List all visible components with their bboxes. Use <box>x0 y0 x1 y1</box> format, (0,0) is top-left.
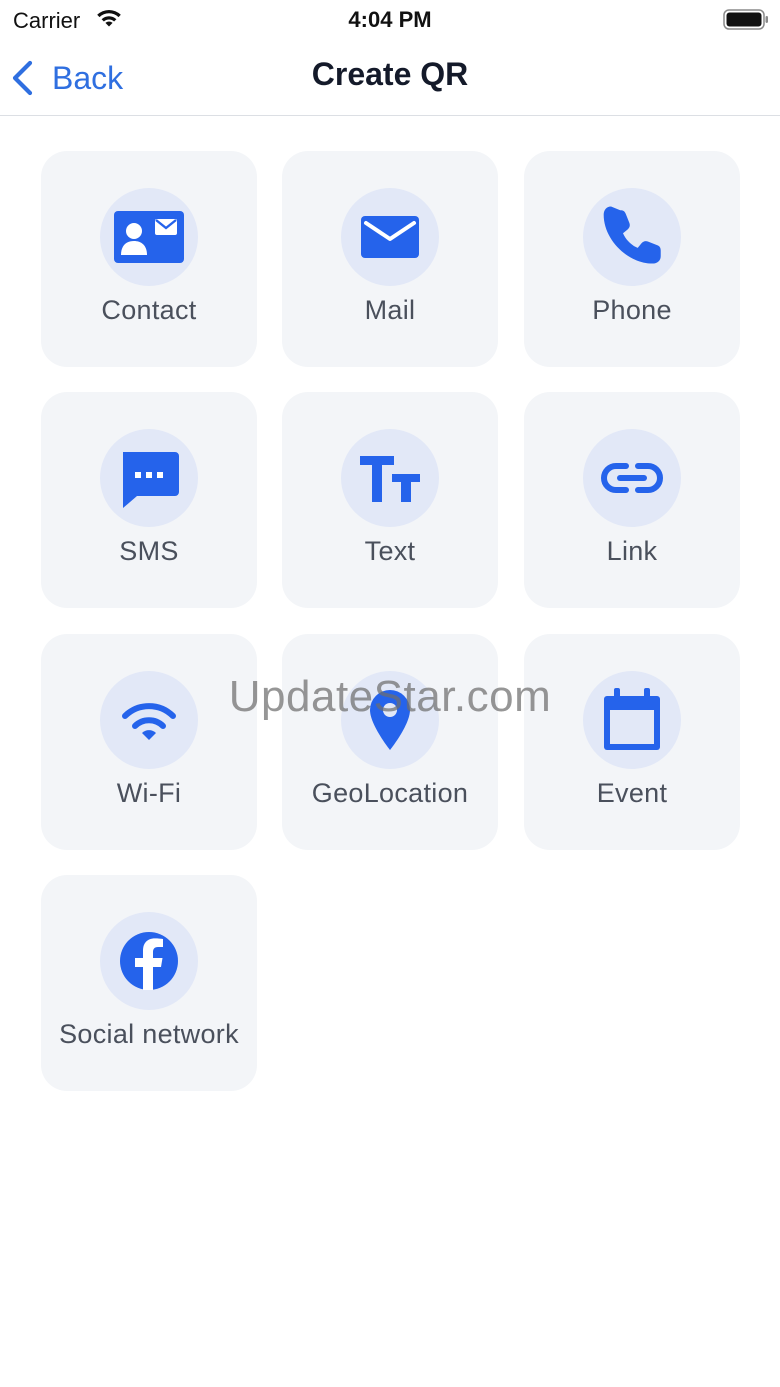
icon-circle <box>341 429 439 527</box>
tile-contact[interactable]: Contact <box>41 151 257 367</box>
text-icon <box>360 456 420 502</box>
mail-icon <box>361 216 419 258</box>
status-time: 4:04 PM <box>348 7 432 32</box>
tile-label: GeoLocation <box>311 778 469 808</box>
sms-icon <box>123 452 179 508</box>
icon-circle <box>100 188 198 286</box>
icon-circle <box>100 912 198 1010</box>
tile-mail[interactable]: Mail <box>282 151 498 367</box>
tile-label: Mail <box>364 295 416 325</box>
tile-label: Text <box>364 536 416 566</box>
battery-icon <box>723 9 768 30</box>
calendar-icon <box>604 688 660 750</box>
tile-label: Link <box>606 536 658 566</box>
icon-circle <box>583 671 681 769</box>
tile-social-network[interactable]: Social network <box>41 875 257 1091</box>
facebook-icon <box>120 932 178 990</box>
icon-circle <box>341 671 439 769</box>
tile-event[interactable]: Event <box>524 634 740 850</box>
phone-icon <box>603 206 661 264</box>
wifi-icon <box>122 703 176 740</box>
navigation-bar: Back Create QR <box>0 40 780 116</box>
tile-wifi[interactable]: Wi-Fi <box>41 634 257 850</box>
tile-phone[interactable]: Phone <box>524 151 740 367</box>
page-title: Create QR <box>311 56 469 92</box>
tile-link[interactable]: Link <box>524 392 740 608</box>
tile-geolocation[interactable]: GeoLocation <box>282 634 498 850</box>
tile-label: Wi-Fi <box>116 778 182 808</box>
tile-label: Phone <box>592 295 672 325</box>
contact-card-icon <box>114 211 184 263</box>
tile-label: Contact <box>101 295 197 325</box>
location-pin-icon <box>370 690 410 750</box>
tile-sms[interactable]: SMS <box>41 392 257 608</box>
tile-label: SMS <box>119 536 179 566</box>
status-bar: Carrier 4:04 PM <box>0 0 780 40</box>
icon-circle <box>583 429 681 527</box>
tile-text[interactable]: Text <box>282 392 498 608</box>
icon-circle <box>583 188 681 286</box>
icon-circle <box>100 671 198 769</box>
link-icon <box>601 463 663 493</box>
icon-circle <box>341 188 439 286</box>
tile-label: Event <box>596 778 668 808</box>
tile-label: Social network <box>59 1019 239 1049</box>
icon-circle <box>100 429 198 527</box>
